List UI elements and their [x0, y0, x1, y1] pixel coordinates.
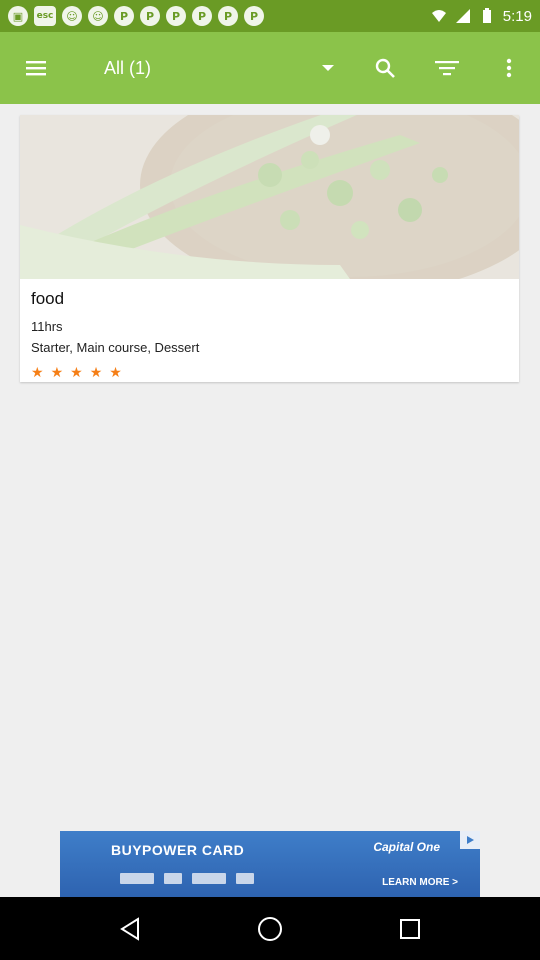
pinterest-notification-icon: P [218, 6, 238, 26]
recipe-time: 11hrs [31, 319, 63, 334]
back-button[interactable] [100, 899, 160, 959]
recipe-image [20, 115, 519, 279]
star-icon: ★ [70, 364, 83, 380]
sort-button[interactable] [416, 32, 478, 104]
ad-choices-button[interactable] [460, 831, 480, 849]
hamburger-icon [26, 61, 46, 76]
cat-notification-icon: ☺ [88, 6, 108, 26]
category-dropdown[interactable]: All (1) [104, 58, 334, 79]
page-title: All (1) [104, 57, 152, 78]
home-button[interactable] [240, 899, 300, 959]
sort-icon [435, 61, 459, 76]
gmc-logo [192, 873, 226, 884]
more-vert-icon [506, 58, 512, 78]
pinterest-notification-icon: P [192, 6, 212, 26]
recipe-details: food 11hrs Starter, Main course, Dessert… [20, 279, 519, 387]
battery-icon [482, 8, 491, 23]
menu-button[interactable] [0, 32, 72, 104]
pinterest-notification-icon: P [114, 6, 134, 26]
recipe-categories: Starter, Main course, Dessert [31, 340, 200, 355]
system-nav-bar [0, 897, 540, 960]
app-bar: All (1) [0, 32, 540, 104]
dropdown-arrow-icon [322, 65, 334, 71]
back-triangle-icon [120, 916, 139, 941]
ad-banner[interactable]: BUYPOWER CARD Capital One LEARN MORE > [60, 831, 480, 897]
cadillac-logo [236, 873, 254, 884]
status-time: 5:19 [502, 7, 532, 25]
home-circle-icon [258, 916, 282, 941]
app-notification-icon: ▣ [8, 6, 28, 26]
status-right: 5:19 [431, 8, 532, 25]
rating-stars: ★ ★ ★ ★ ★ [31, 365, 508, 379]
signal-icon [455, 9, 470, 23]
star-icon: ★ [89, 364, 103, 380]
wifi-icon [431, 10, 446, 22]
ad-title: BUYPOWER CARD [111, 842, 245, 858]
recents-square-icon [400, 918, 420, 939]
ad-play-icon [467, 836, 474, 844]
pinterest-notification-icon: P [140, 6, 160, 26]
overflow-menu-button[interactable] [478, 32, 540, 104]
status-bar: ▣ esc ☺ ☺ P P P P P P 5:19 [0, 0, 540, 32]
app-bar-actions [354, 32, 540, 104]
pinterest-notification-icon: P [244, 6, 264, 26]
cat-notification-icon: ☺ [62, 6, 82, 26]
recipe-card[interactable]: food 11hrs Starter, Main course, Dessert… [20, 115, 519, 382]
ad-brand: Capital One [373, 840, 440, 854]
esc-notification-icon: esc [34, 6, 56, 26]
star-icon: ★ [31, 364, 44, 380]
buick-logo [164, 873, 182, 884]
recipe-title: food [31, 289, 65, 308]
pinterest-notification-icon: P [166, 6, 186, 26]
recents-button[interactable] [380, 899, 440, 959]
search-icon [375, 58, 395, 78]
spring-onion-photo [20, 115, 519, 279]
search-button[interactable] [354, 32, 416, 104]
star-icon: ★ [50, 364, 64, 380]
chevrolet-logo [120, 873, 154, 884]
notification-icons: ▣ esc ☺ ☺ P P P P P P [8, 6, 264, 26]
star-icon: ★ [109, 364, 122, 380]
ad-learn-more-link[interactable]: LEARN MORE > [382, 877, 458, 888]
ad-brand-logos [120, 873, 254, 884]
